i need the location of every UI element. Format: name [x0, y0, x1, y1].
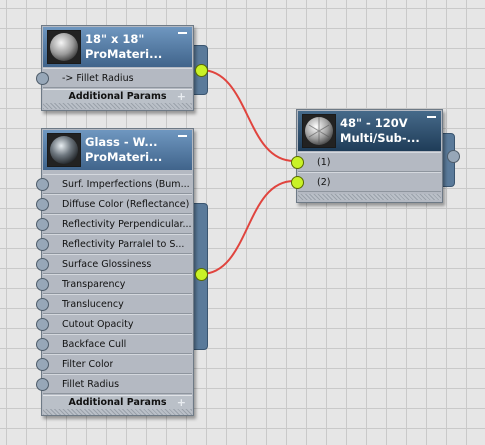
input-socket-icon[interactable] [36, 198, 49, 211]
param-row-fillet-radius[interactable]: Fillet Radius [36, 374, 192, 394]
input-socket-icon[interactable] [36, 378, 49, 391]
resize-grip[interactable] [43, 409, 192, 415]
input-socket-icon[interactable] [36, 298, 49, 311]
input-socket-icon[interactable] [36, 278, 49, 291]
fillet-node-output-socket[interactable] [195, 64, 208, 77]
input-socket-icon[interactable] [36, 218, 49, 231]
input-socket-icon[interactable] [36, 178, 49, 191]
param-row-reflectivity-perpendicular[interactable]: Reflectivity Perpendicular... [36, 214, 192, 234]
glass-node-output-socket[interactable] [195, 268, 208, 281]
additional-params-rollout[interactable]: Additional Params + [43, 89, 192, 104]
multi-node-subtitle: Multi/Sub-... [340, 131, 420, 145]
param-row-backface-cull[interactable]: Backface Cull [36, 334, 192, 354]
additional-params-rollout[interactable]: Additional Params + [43, 395, 192, 410]
wire-fillet-to-slot-1[interactable] [200, 69, 295, 162]
multi-sub-material-node[interactable]: 48" - 120V Multi/Sub-... (1) (2) [291, 109, 466, 209]
glass-node-title: Glass - W... [85, 135, 158, 149]
param-row-translucency[interactable]: Translucency [36, 294, 192, 314]
collapse-icon[interactable] [427, 112, 436, 121]
param-row-diffuse-color[interactable]: Diffuse Color (Reflectance) [36, 194, 192, 214]
input-socket-icon[interactable] [36, 258, 49, 271]
glass-sphere-preview-icon [47, 133, 81, 167]
input-socket-icon[interactable] [291, 156, 304, 169]
param-row-filter-color[interactable]: Filter Color [36, 354, 192, 374]
input-socket-icon[interactable] [291, 176, 304, 189]
param-row-surface-glossiness[interactable]: Surface Glossiness [36, 254, 192, 274]
glass-node-subtitle: ProMateri... [85, 150, 163, 164]
sub-material-slot-2[interactable]: (2) [291, 172, 441, 192]
sub-material-slot-1[interactable]: (1) [291, 152, 441, 172]
collapse-icon[interactable] [178, 28, 187, 37]
resize-grip[interactable] [298, 194, 441, 200]
param-row-surf-imperfections[interactable]: Surf. Imperfections (Bum... [36, 174, 192, 194]
multi-node-output-socket[interactable] [447, 150, 460, 163]
glass-node-header[interactable]: Glass - W... ProMateri... [43, 130, 192, 170]
param-row-transparency[interactable]: Transparency [36, 274, 192, 294]
expand-plus-icon[interactable]: + [177, 90, 186, 103]
input-socket-icon[interactable] [36, 358, 49, 371]
input-socket-icon[interactable] [36, 72, 49, 85]
input-socket-icon[interactable] [36, 338, 49, 351]
resize-grip[interactable] [43, 103, 192, 109]
multi-node-header[interactable]: 48" - 120V Multi/Sub-... [298, 111, 441, 151]
wire-glass-to-slot-2[interactable] [200, 180, 295, 275]
multi-node-title: 48" - 120V [340, 116, 408, 130]
param-row-cutout-opacity[interactable]: Cutout Opacity [36, 314, 192, 334]
input-socket-icon[interactable] [36, 318, 49, 331]
fillet-node-header[interactable]: 18" x 18" ProMateri... [43, 27, 192, 67]
fillet-material-node[interactable]: 18" x 18" ProMateri... -> Fillet Radius … [36, 25, 208, 115]
glass-material-node[interactable]: Glass - W... ProMateri... Surf. Imperfec… [36, 128, 208, 418]
expand-plus-icon[interactable]: + [177, 396, 186, 409]
fillet-node-title: 18" x 18" [85, 32, 145, 46]
multi-sub-sphere-preview-icon [302, 114, 336, 148]
param-row-fillet-radius[interactable]: -> Fillet Radius [36, 68, 192, 88]
param-row-reflectivity-parallel[interactable]: Reflectivity Parralel to S... [36, 234, 192, 254]
input-socket-icon[interactable] [36, 238, 49, 251]
collapse-icon[interactable] [178, 131, 187, 140]
sphere-preview-icon [47, 30, 81, 64]
fillet-node-subtitle: ProMateri... [85, 47, 163, 61]
